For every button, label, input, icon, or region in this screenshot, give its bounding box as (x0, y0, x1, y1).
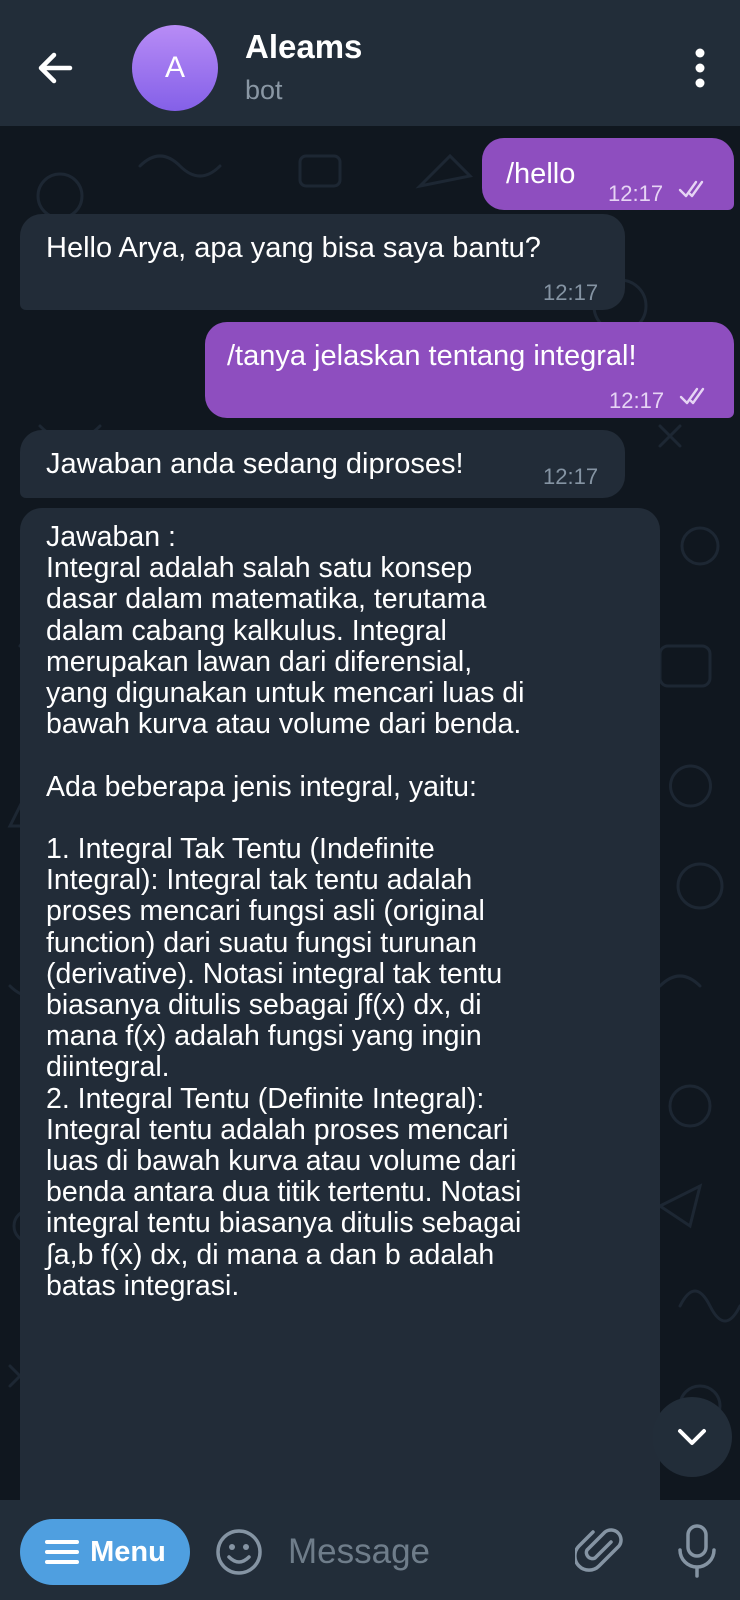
arrow-left-icon (38, 52, 73, 84)
message-text: Jawaban anda sedang diproses! (46, 448, 464, 480)
chat-header: A Aleams bot (0, 0, 740, 126)
menu-icon (45, 1540, 80, 1564)
message-time: 12:17 (543, 280, 599, 305)
message-text: Hello Arya, apa yang bisa saya bantu? (46, 232, 541, 264)
double-check-icon (678, 180, 704, 198)
avatar-letter: A (164, 51, 185, 84)
emoji-button[interactable] (214, 1527, 264, 1577)
message-time: 12:17 (609, 388, 665, 413)
message-bubble-incoming[interactable]: Jawaban : Integral adalah salah satu kon… (20, 508, 660, 1500)
chevron-down-icon (678, 1429, 706, 1445)
message-time: 12:17 (543, 464, 599, 489)
chat-title[interactable]: Aleams (245, 28, 362, 66)
message-bubble-incoming[interactable]: Jawaban anda sedang diproses! 12:17 (20, 430, 625, 498)
more-vertical-icon (695, 48, 705, 88)
message-bubble-outgoing[interactable]: /tanya jelaskan tentang integral! 12:17 (205, 322, 734, 418)
back-button[interactable] (30, 42, 82, 94)
chat-subtitle: bot (245, 75, 283, 105)
message-text: Jawaban : Integral adalah salah satu kon… (46, 521, 525, 1302)
message-input[interactable] (286, 1526, 550, 1578)
message-text: /tanya jelaskan tentang integral! (227, 340, 637, 372)
avatar[interactable]: A (132, 25, 218, 111)
smile-icon (216, 1529, 262, 1575)
message-list[interactable]: /hello 12:17 Hello Arya, apa yang bisa s… (0, 126, 740, 1500)
double-check-icon (679, 387, 705, 405)
menu-button-label: Menu (90, 1535, 166, 1568)
message-text: /hello (506, 158, 576, 190)
microphone-icon (678, 1524, 716, 1578)
attach-button[interactable] (573, 1524, 627, 1576)
voice-record-button[interactable] (674, 1522, 720, 1580)
composer-bar: Menu (0, 1500, 740, 1600)
message-time: 12:17 (608, 181, 664, 206)
message-bubble-outgoing[interactable]: /hello 12:17 (482, 138, 734, 210)
message-bubble-incoming[interactable]: Hello Arya, apa yang bisa saya bantu? 12… (20, 214, 625, 310)
bot-menu-button[interactable]: Menu (20, 1519, 190, 1585)
scroll-down-button[interactable] (652, 1397, 732, 1477)
more-options-button[interactable] (680, 46, 720, 90)
paperclip-icon (573, 1528, 623, 1572)
